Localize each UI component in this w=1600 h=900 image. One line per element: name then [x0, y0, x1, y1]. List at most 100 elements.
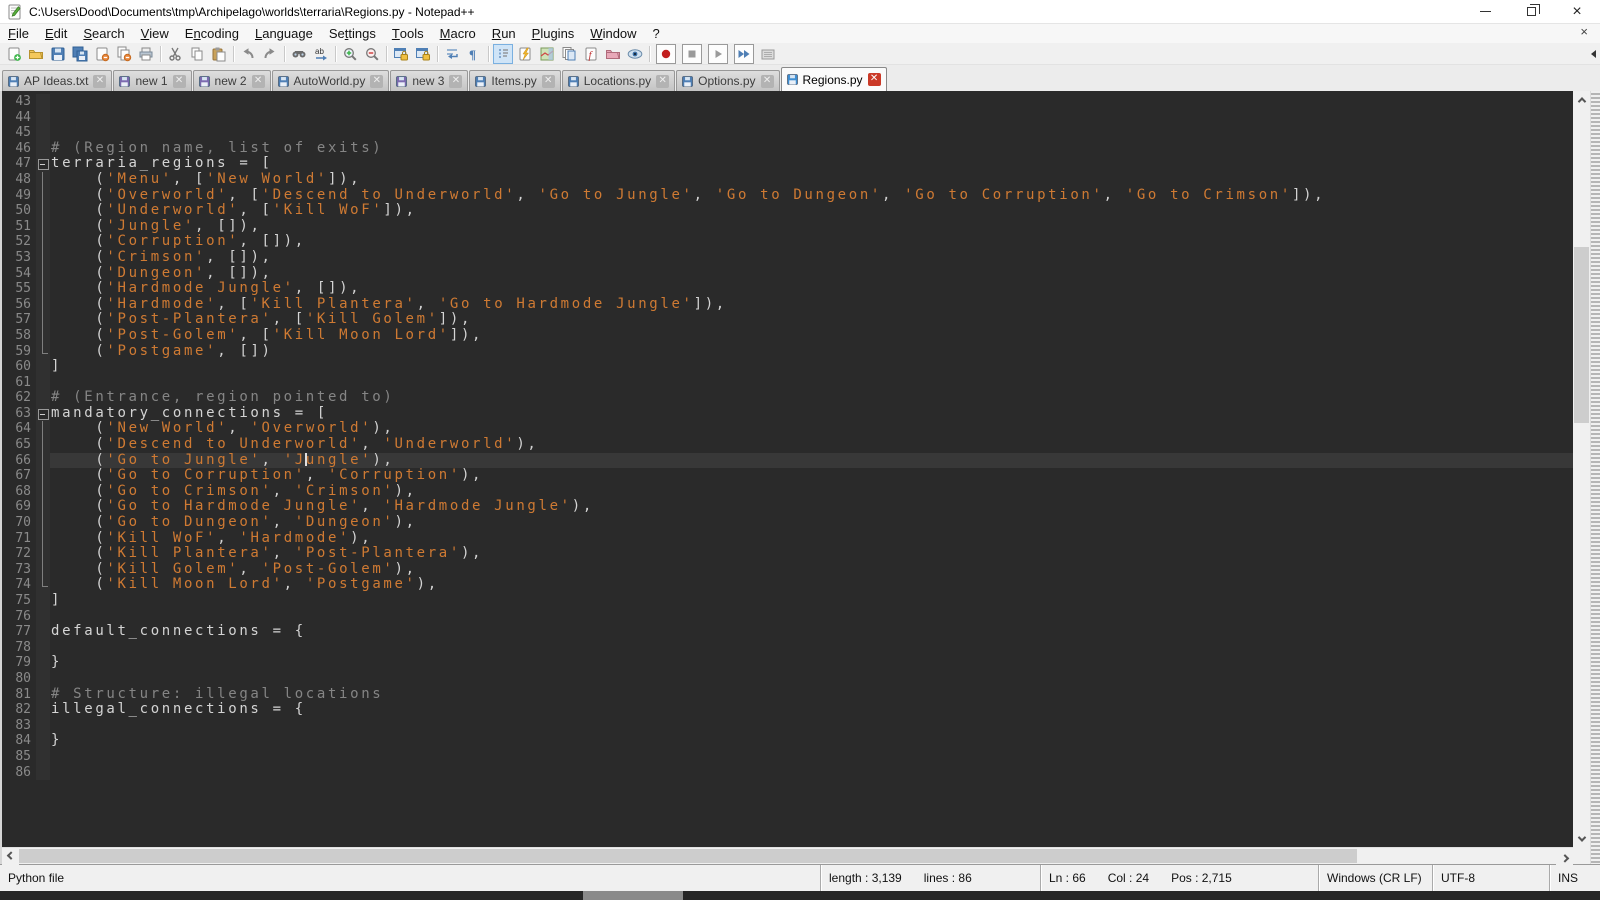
code-line-58[interactable]: 58 ('Post-Golem', ['Kill Moon Lord']),: [2, 328, 1573, 344]
macro-record-icon[interactable]: [656, 44, 676, 64]
copy-icon[interactable]: [187, 44, 207, 64]
close-all-docs-icon[interactable]: [114, 44, 134, 64]
code-line-65[interactable]: 65 ('Descend to Underworld', 'Underworld…: [2, 437, 1573, 453]
code-line-59[interactable]: 59 ('Postgame', []): [2, 344, 1573, 360]
code-line-78[interactable]: 78: [2, 640, 1573, 656]
code-line-76[interactable]: 76: [2, 609, 1573, 625]
show-all-chars-icon[interactable]: ¶: [464, 44, 484, 64]
print-icon[interactable]: [136, 44, 156, 64]
code-line-55[interactable]: 55 ('Hardmode Jungle', []),: [2, 281, 1573, 297]
code-line-63[interactable]: 63mandatory_connections = [: [2, 406, 1573, 422]
code-line-50[interactable]: 50 ('Underworld', ['Kill WoF']),: [2, 203, 1573, 219]
indent-guide-icon[interactable]: [493, 44, 513, 64]
doc-map-icon[interactable]: [537, 44, 557, 64]
restore-button[interactable]: [1508, 0, 1554, 23]
menu-search[interactable]: Search: [75, 24, 132, 43]
menu-file[interactable]: File: [0, 24, 37, 43]
code-line-64[interactable]: 64 ('New World', 'Overworld'),: [2, 421, 1573, 437]
function-list-icon[interactable]: f: [581, 44, 601, 64]
scroll-left-button[interactable]: [2, 848, 19, 865]
horizontal-scrollbar[interactable]: [2, 847, 1573, 864]
tab-new-3[interactable]: new 3✕: [390, 70, 468, 91]
menu-language[interactable]: Language: [247, 24, 321, 43]
status-insert-mode[interactable]: INS: [1549, 865, 1600, 891]
tab-close-icon[interactable]: ✕: [93, 75, 106, 88]
menu-edit[interactable]: Edit: [37, 24, 75, 43]
macro-stop-icon[interactable]: [682, 44, 702, 64]
code-line-66[interactable]: 66 ('Go to Jungle', 'Jungle'),: [2, 453, 1573, 469]
fold-collapse-icon[interactable]: [36, 406, 50, 422]
code-line-72[interactable]: 72 ('Kill Plantera', 'Post-Plantera'),: [2, 546, 1573, 562]
code-line-54[interactable]: 54 ('Dungeon', []),: [2, 266, 1573, 282]
code-line-47[interactable]: 47terraria_regions = [: [2, 156, 1573, 172]
code-line-80[interactable]: 80: [2, 671, 1573, 687]
code-line-86[interactable]: 86: [2, 765, 1573, 781]
tab-close-icon[interactable]: ✕: [868, 73, 881, 86]
define-language-icon[interactable]: [515, 44, 535, 64]
vertical-scrollbar[interactable]: [1573, 91, 1590, 847]
cut-icon[interactable]: [165, 44, 185, 64]
find-icon[interactable]: [289, 44, 309, 64]
scroll-right-button[interactable]: [1556, 848, 1573, 865]
code-line-51[interactable]: 51 ('Jungle', []),: [2, 219, 1573, 235]
scroll-up-button[interactable]: [1573, 91, 1590, 108]
minimize-button[interactable]: [1462, 0, 1508, 23]
code-line-46[interactable]: 46# (Region name, list of exits): [2, 141, 1573, 157]
tab-close-icon[interactable]: ✕: [656, 75, 669, 88]
code-line-61[interactable]: 61: [2, 375, 1573, 391]
code-line-67[interactable]: 67 ('Go to Corruption', 'Corruption'),: [2, 468, 1573, 484]
code-line-81[interactable]: 81# Structure: illegal locations: [2, 687, 1573, 703]
code-line-44[interactable]: 44: [2, 110, 1573, 126]
zoom-out-icon[interactable]: [362, 44, 382, 64]
tab-close-icon[interactable]: ✕: [449, 75, 462, 88]
code-line-83[interactable]: 83: [2, 718, 1573, 734]
vertical-scroll-thumb[interactable]: [1574, 247, 1589, 423]
code-line-53[interactable]: 53 ('Crimson', []),: [2, 250, 1573, 266]
code-line-73[interactable]: 73 ('Kill Golem', 'Post-Golem'),: [2, 562, 1573, 578]
monitoring-eye-icon[interactable]: [625, 44, 645, 64]
menu-run[interactable]: Run: [484, 24, 524, 43]
zoom-in-icon[interactable]: [340, 44, 360, 64]
code-line-43[interactable]: 43: [2, 94, 1573, 110]
tab-close-icon[interactable]: ✕: [542, 75, 555, 88]
tab-close-icon[interactable]: ✕: [761, 75, 774, 88]
menu-view[interactable]: View: [133, 24, 177, 43]
tab-locations.py[interactable]: Locations.py✕: [562, 70, 675, 91]
code-line-70[interactable]: 70 ('Go to Dungeon', 'Dungeon'),: [2, 515, 1573, 531]
macro-save-icon[interactable]: [758, 44, 778, 64]
tab-autoworld.py[interactable]: AutoWorld.py✕: [272, 70, 390, 91]
tab-close-icon[interactable]: ✕: [370, 75, 383, 88]
status-encoding[interactable]: UTF-8: [1432, 865, 1549, 891]
code-line-84[interactable]: 84}: [2, 733, 1573, 749]
tab-regions.py[interactable]: Regions.py✕: [781, 67, 887, 91]
code-line-82[interactable]: 82illegal_connections = {: [2, 702, 1573, 718]
fold-collapse-icon[interactable]: [36, 156, 50, 172]
close-button[interactable]: ×: [1554, 0, 1600, 23]
code-line-68[interactable]: 68 ('Go to Crimson', 'Crimson'),: [2, 484, 1573, 500]
menu-window[interactable]: Window: [582, 24, 644, 43]
sync-scroll-h-icon[interactable]: [413, 44, 433, 64]
menubar-close-icon[interactable]: ×: [1576, 24, 1592, 39]
tab-new-2[interactable]: new 2✕: [193, 70, 271, 91]
status-eol-format[interactable]: Windows (CR LF): [1318, 865, 1432, 891]
code-line-45[interactable]: 45: [2, 125, 1573, 141]
tab-items.py[interactable]: Items.py✕: [469, 70, 560, 91]
code-line-62[interactable]: 62# (Entrance, region pointed to): [2, 390, 1573, 406]
tab-ap-ideas.txt[interactable]: AP Ideas.txt✕: [2, 70, 112, 91]
code-editor[interactable]: 43444546# (Region name, list of exits)47…: [2, 91, 1573, 847]
code-line-85[interactable]: 85: [2, 749, 1573, 765]
paste-icon[interactable]: [209, 44, 229, 64]
code-line-52[interactable]: 52 ('Corruption', []),: [2, 234, 1573, 250]
code-line-57[interactable]: 57 ('Post-Plantera', ['Kill Golem']),: [2, 312, 1573, 328]
new-file-icon[interactable]: [4, 44, 24, 64]
horizontal-scroll-thumb[interactable]: [19, 849, 1357, 863]
code-line-75[interactable]: 75]: [2, 593, 1573, 609]
macro-run-multiple-icon[interactable]: [734, 44, 754, 64]
close-doc-icon[interactable]: [92, 44, 112, 64]
word-wrap-icon[interactable]: [442, 44, 462, 64]
code-line-71[interactable]: 71 ('Kill WoF', 'Hardmode'),: [2, 531, 1573, 547]
folder-workspace-icon[interactable]: [603, 44, 623, 64]
macro-play-icon[interactable]: [708, 44, 728, 64]
save-all-icon[interactable]: [70, 44, 90, 64]
tab-close-icon[interactable]: ✕: [252, 75, 265, 88]
